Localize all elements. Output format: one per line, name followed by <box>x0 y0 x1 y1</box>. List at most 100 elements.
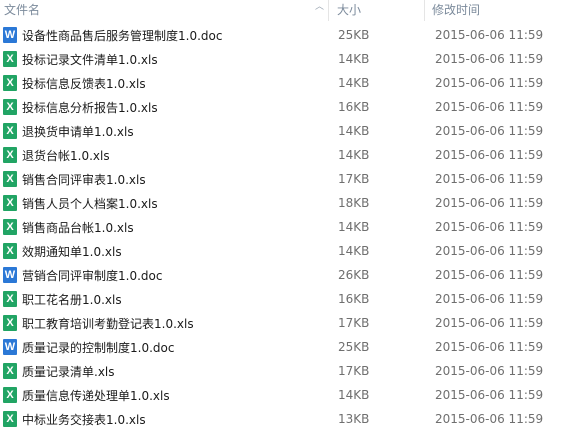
file-modified-date: 2015-06-06 11:59 <box>435 100 544 114</box>
file-row[interactable]: X 效期通知单1.0.xls 14KB 2015-06-06 11:59 <box>0 239 575 263</box>
file-size: 14KB <box>338 244 370 258</box>
sort-up-arrow-icon: ︿ <box>314 2 324 12</box>
column-header-modified[interactable]: 修改时间 <box>425 0 575 21</box>
file-size: 14KB <box>338 52 370 66</box>
file-row[interactable]: W 设备性商品售后服务管理制度1.0.doc 25KB 2015-06-06 11:5… <box>0 23 575 47</box>
file-list: 文件名 ︿ 大小 修改时间 W 设备性商品售后服务管理制度1.0.doc 25KB 2… <box>0 0 575 441</box>
file-modified-date: 2015-06-06 11:59 <box>435 220 544 234</box>
file-modified-date: 2015-06-06 11:59 <box>435 340 544 354</box>
file-name: 效期通知单1.0.xls <box>22 244 122 259</box>
file-modified-date: 2015-06-06 11:59 <box>435 28 544 42</box>
file-modified-date: 2015-06-06 11:59 <box>435 388 544 402</box>
file-row[interactable]: X 销售商品台帐1.0.xls 14KB 2015-06-06 11:59 <box>0 215 575 239</box>
file-size: 14KB <box>338 76 370 90</box>
file-name: 营销合同评审制度1.0.doc <box>22 268 163 283</box>
file-name: 投标记录文件清单1.0.xls <box>22 52 158 67</box>
file-size: 25KB <box>338 340 370 354</box>
excel-spreadsheet-icon: X <box>3 75 17 91</box>
file-name: 职工花名册1.0.xls <box>22 292 122 307</box>
file-row[interactable]: X 投标记录文件清单1.0.xls 14KB 2015-06-06 11:59 <box>0 47 575 71</box>
file-size: 17KB <box>338 364 370 378</box>
file-modified-date: 2015-06-06 11:59 <box>435 124 544 138</box>
file-name: 投标信息分析报告1.0.xls <box>22 100 158 115</box>
file-size: 14KB <box>338 220 370 234</box>
file-name: 销售人员个人档案1.0.xls <box>22 196 158 211</box>
file-row[interactable]: W 营销合同评审制度1.0.doc 26KB 2015-06-06 11:59 <box>0 263 575 287</box>
file-name-cell: X 职工花名册1.0.xls <box>0 291 329 308</box>
file-modified-date: 2015-06-06 11:59 <box>435 292 544 306</box>
file-modified-date: 2015-06-06 11:59 <box>435 76 544 90</box>
file-modified-date: 2015-06-06 11:59 <box>435 172 544 186</box>
excel-spreadsheet-icon: X <box>3 243 17 259</box>
file-row[interactable]: W 质量记录的控制制度1.0.doc 25KB 2015-06-06 11:59 <box>0 335 575 359</box>
word-document-icon: W <box>3 27 17 43</box>
excel-spreadsheet-icon: X <box>3 291 17 307</box>
excel-spreadsheet-icon: X <box>3 123 17 139</box>
file-size: 17KB <box>338 172 370 186</box>
file-modified-date: 2015-06-06 11:59 <box>435 52 544 66</box>
file-name-cell: X 退货台帐1.0.xls <box>0 147 329 164</box>
file-row[interactable]: X 退货台帐1.0.xls 14KB 2015-06-06 11:59 <box>0 143 575 167</box>
file-row[interactable]: X 职工教育培训考勤登记表1.0.xls 17KB 2015-06-06 11:59 <box>0 311 575 335</box>
file-name-cell: W 设备性商品售后服务管理制度1.0.doc <box>0 27 329 44</box>
excel-spreadsheet-icon: X <box>3 387 17 403</box>
file-modified-date: 2015-06-06 11:59 <box>435 268 544 282</box>
column-header-name[interactable]: 文件名 ︿ <box>0 0 329 21</box>
excel-spreadsheet-icon: X <box>3 195 17 211</box>
file-name: 质量记录的控制制度1.0.doc <box>22 340 175 355</box>
file-row[interactable]: X 销售人员个人档案1.0.xls 18KB 2015-06-06 11:59 <box>0 191 575 215</box>
file-row[interactable]: X 质量记录清单.xls 17KB 2015-06-06 11:59 <box>0 359 575 383</box>
column-header-modified-label: 修改时间 <box>432 3 481 17</box>
file-name: 销售合同评审表1.0.xls <box>22 172 146 187</box>
file-row[interactable]: X 中标业务交接表1.0.xls 13KB 2015-06-06 11:59 <box>0 407 575 431</box>
file-name-cell: X 效期通知单1.0.xls <box>0 243 329 260</box>
file-name-cell: X 职工教育培训考勤登记表1.0.xls <box>0 315 329 332</box>
excel-spreadsheet-icon: X <box>3 51 17 67</box>
file-size: 16KB <box>338 292 370 306</box>
file-row[interactable]: X 质量信息传递处理单1.0.xls 14KB 2015-06-06 11:59 <box>0 383 575 407</box>
file-size: 14KB <box>338 124 370 138</box>
file-name-cell: X 质量信息传递处理单1.0.xls <box>0 387 329 404</box>
file-modified-date: 2015-06-06 11:59 <box>435 412 544 426</box>
word-document-icon: W <box>3 339 17 355</box>
column-header-name-label: 文件名 <box>4 3 41 17</box>
file-row[interactable]: X 投标信息分析报告1.0.xls 16KB 2015-06-06 11:59 <box>0 95 575 119</box>
file-modified-date: 2015-06-06 11:59 <box>435 148 544 162</box>
file-name-cell: X 销售合同评审表1.0.xls <box>0 171 329 188</box>
file-row[interactable]: X 职工花名册1.0.xls 16KB 2015-06-06 11:59 <box>0 287 575 311</box>
file-name: 质量记录清单.xls <box>22 364 115 379</box>
file-name-cell: X 销售商品台帐1.0.xls <box>0 219 329 236</box>
file-size: 18KB <box>338 196 370 210</box>
excel-spreadsheet-icon: X <box>3 99 17 115</box>
file-name-cell: X 投标信息分析报告1.0.xls <box>0 99 329 116</box>
file-modified-date: 2015-06-06 11:59 <box>435 196 544 210</box>
file-name-cell: W 营销合同评审制度1.0.doc <box>0 267 329 284</box>
file-name: 销售商品台帐1.0.xls <box>22 220 134 235</box>
file-size: 26KB <box>338 268 370 282</box>
file-name-cell: X 投标记录文件清单1.0.xls <box>0 51 329 68</box>
file-modified-date: 2015-06-06 11:59 <box>435 316 544 330</box>
excel-spreadsheet-icon: X <box>3 147 17 163</box>
file-name-cell: X 销售人员个人档案1.0.xls <box>0 195 329 212</box>
excel-spreadsheet-icon: X <box>3 219 17 235</box>
file-modified-date: 2015-06-06 11:59 <box>435 244 544 258</box>
file-size: 16KB <box>338 100 370 114</box>
file-name: 中标业务交接表1.0.xls <box>22 412 146 427</box>
file-name-cell: X 中标业务交接表1.0.xls <box>0 411 329 428</box>
excel-spreadsheet-icon: X <box>3 315 17 331</box>
excel-spreadsheet-icon: X <box>3 171 17 187</box>
column-header-size[interactable]: 大小 <box>329 0 425 21</box>
file-name-cell: X 退换货申请单1.0.xls <box>0 123 329 140</box>
file-name: 设备性商品售后服务管理制度1.0.doc <box>22 28 223 43</box>
column-header-size-label: 大小 <box>337 3 362 17</box>
file-name: 退换货申请单1.0.xls <box>22 124 134 139</box>
file-name: 职工教育培训考勤登记表1.0.xls <box>22 316 194 331</box>
word-document-icon: W <box>3 267 17 283</box>
file-size: 25KB <box>338 28 370 42</box>
excel-spreadsheet-icon: X <box>3 411 17 427</box>
file-row[interactable]: X 投标信息反馈表1.0.xls 14KB 2015-06-06 11:59 <box>0 71 575 95</box>
file-rows: W 设备性商品售后服务管理制度1.0.doc 25KB 2015-06-06 11:5… <box>0 23 575 431</box>
file-name-cell: W 质量记录的控制制度1.0.doc <box>0 339 329 356</box>
file-row[interactable]: X 销售合同评审表1.0.xls 17KB 2015-06-06 11:59 <box>0 167 575 191</box>
file-row[interactable]: X 退换货申请单1.0.xls 14KB 2015-06-06 11:59 <box>0 119 575 143</box>
